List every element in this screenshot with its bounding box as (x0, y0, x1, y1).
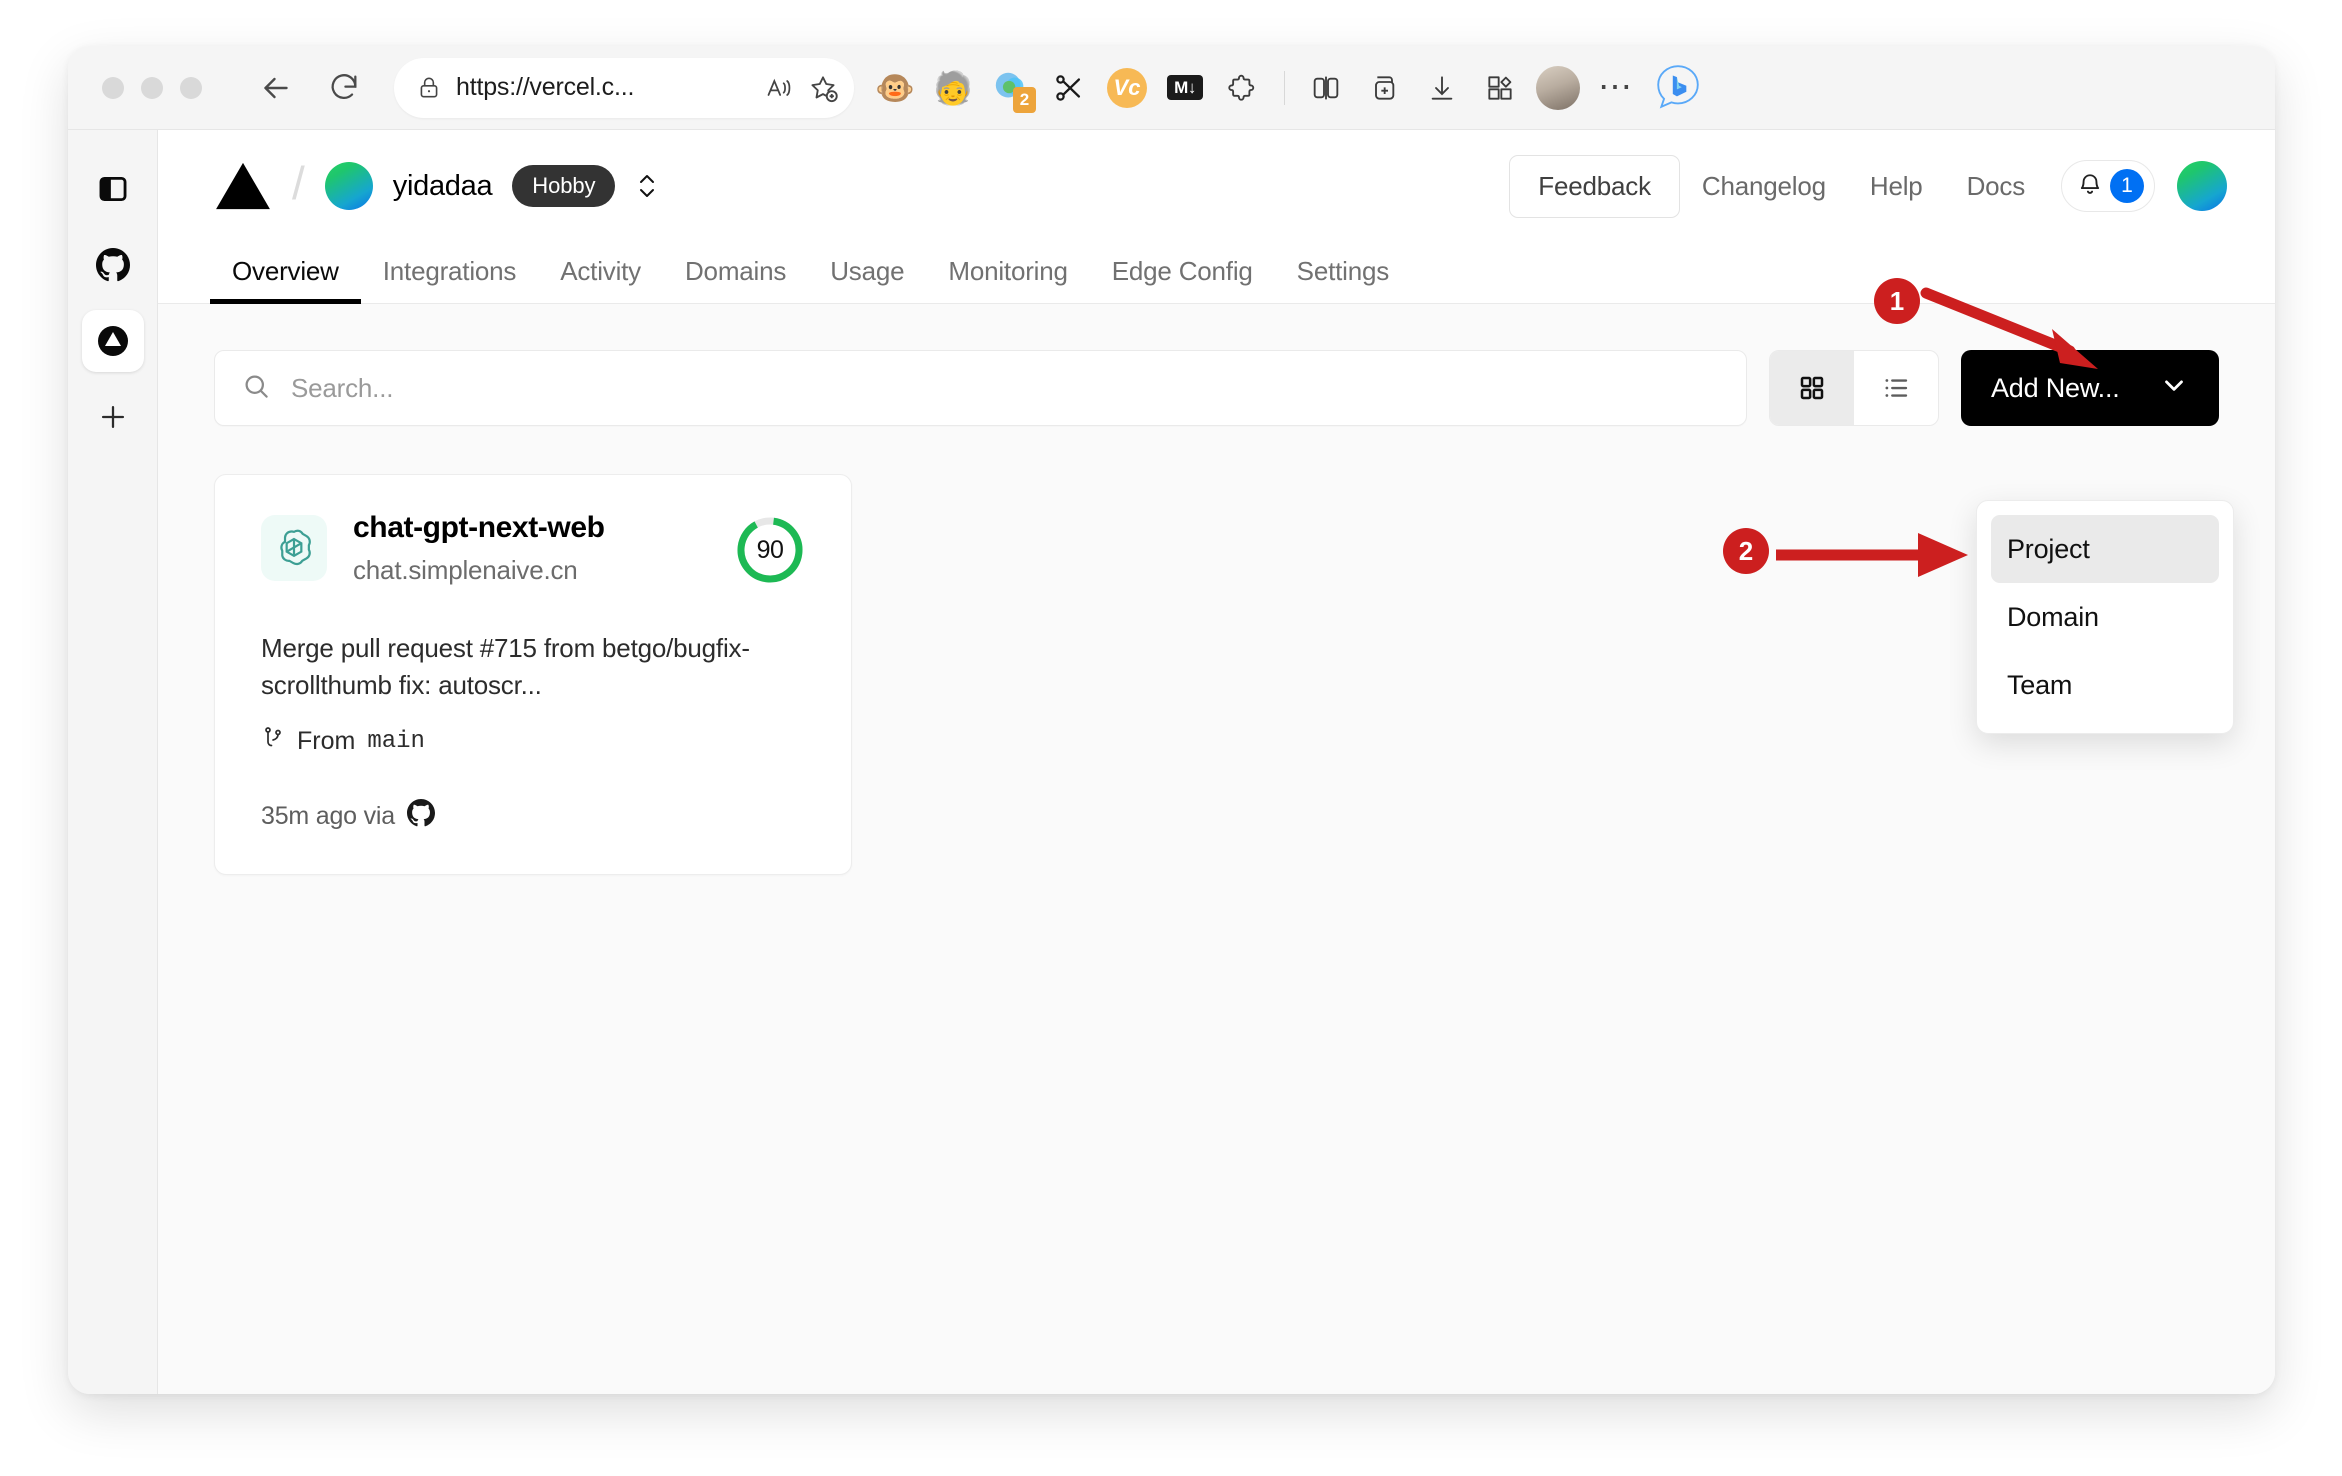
browser-window: https://vercel.c... 🐵 🧓 2 Vc M↓ ⋯ / yida… (68, 46, 2275, 1394)
tab-usage[interactable]: Usage (808, 256, 926, 303)
changelog-link[interactable]: Changelog (1680, 171, 1848, 202)
github-icon (407, 798, 435, 834)
window-controls (102, 76, 202, 99)
extensions-strip: 🐵 🧓 Vc M↓ (866, 59, 1707, 117)
chevron-up-down-icon[interactable] (635, 169, 659, 203)
notification-count: 1 (2110, 169, 2144, 203)
tab-activity[interactable]: Activity (538, 256, 663, 303)
vercel-triangle-logo[interactable] (214, 161, 272, 211)
team-name[interactable]: yidadaa (393, 170, 493, 203)
read-aloud-icon[interactable] (764, 74, 794, 102)
branch-name: main (367, 727, 425, 755)
add-to-collections-icon[interactable] (1355, 59, 1413, 117)
browser-essentials-icon[interactable] (1471, 59, 1529, 117)
add-new-dropdown: Project Domain Team (1976, 500, 2234, 734)
breadcrumb-separator: / (292, 157, 305, 209)
projects-toolbar: Search... Add New... (214, 350, 2219, 426)
scientist-extension-icon[interactable]: 🧓 (924, 59, 982, 117)
tab-monitoring[interactable]: Monitoring (926, 256, 1089, 303)
monkey-extension-icon[interactable]: 🐵 (866, 59, 924, 117)
annotation-badge-2: 2 (1723, 528, 1769, 574)
chevron-down-icon (2159, 370, 2189, 407)
lock-icon (416, 75, 442, 101)
browser-toolbar: https://vercel.c... 🐵 🧓 2 Vc M↓ ⋯ (68, 46, 2275, 130)
dropdown-project-item[interactable]: Project (1991, 515, 2219, 583)
address-bar[interactable]: https://vercel.c... (394, 57, 854, 118)
dropdown-team-item[interactable]: Team (1991, 651, 2219, 719)
navigation-buttons (248, 60, 372, 116)
tab-integrations[interactable]: Integrations (361, 256, 538, 303)
annotation-arrow-1 (1920, 287, 2098, 369)
notifications-button[interactable]: 1 (2061, 160, 2155, 212)
search-placeholder: Search... (291, 372, 394, 403)
sidebar-toggle-icon[interactable] (82, 158, 144, 220)
search-input[interactable]: Search... (214, 350, 1747, 426)
toolbar-divider (1284, 70, 1285, 105)
split-screen-icon[interactable] (1297, 59, 1355, 117)
project-card-header: chat-gpt-next-web chat.simplenaive.cn 90 (261, 511, 805, 586)
project-titles: chat-gpt-next-web chat.simplenaive.cn (353, 511, 735, 586)
profile-avatar[interactable] (1529, 59, 1587, 117)
grid-view-button[interactable] (1770, 351, 1854, 425)
annotation-arrow-2 (1776, 533, 1968, 577)
app-header: / yidadaa Hobby Feedback Changelog Help … (158, 130, 2275, 242)
reload-button[interactable] (316, 60, 372, 116)
maximize-window-button[interactable] (180, 76, 202, 99)
bell-icon (2076, 170, 2104, 203)
project-meta: 35m ago via (261, 798, 805, 834)
header-actions: Feedback Changelog Help Docs 1 (1509, 154, 2227, 218)
puzzle-extensions-icon[interactable] (1214, 59, 1272, 117)
url-text[interactable]: https://vercel.c... (456, 73, 750, 102)
add-icon[interactable] (82, 386, 144, 448)
minimize-window-button[interactable] (141, 76, 163, 99)
deploy-time: 35m ago via (261, 801, 395, 830)
tab-edge-config[interactable]: Edge Config (1090, 256, 1275, 303)
github-icon[interactable] (82, 234, 144, 296)
back-button[interactable] (248, 60, 304, 116)
add-new-label: Add New... (1991, 372, 2120, 403)
view-mode-toggle (1769, 350, 1939, 426)
screenshot-root: https://vercel.c... 🐵 🧓 2 Vc M↓ ⋯ / yida… (0, 0, 2342, 1476)
plan-badge[interactable]: Hobby (512, 165, 616, 207)
downloads-icon[interactable] (1413, 59, 1471, 117)
project-domain[interactable]: chat.simplenaive.cn (353, 555, 735, 586)
project-card[interactable]: chat-gpt-next-web chat.simplenaive.cn 90 (214, 474, 852, 875)
git-branch-icon (261, 724, 285, 759)
docs-link[interactable]: Docs (1945, 171, 2047, 202)
tab-settings[interactable]: Settings (1275, 256, 1411, 303)
team-avatar (324, 162, 373, 210)
settings-more-icon[interactable]: ⋯ (1587, 59, 1645, 117)
commit-message: Merge pull request #715 from betgo/bugfi… (261, 633, 750, 700)
help-link[interactable]: Help (1848, 171, 1945, 202)
openai-icon (261, 515, 327, 581)
lighthouse-score-ring[interactable]: 90 (735, 515, 805, 585)
browser-sidebar-rail (68, 130, 158, 1394)
tab-overview[interactable]: Overview (210, 256, 361, 304)
vc-extension-icon[interactable]: Vc (1098, 59, 1156, 117)
project-name[interactable]: chat-gpt-next-web (353, 511, 735, 545)
annotation-badge-1: 1 (1874, 278, 1920, 324)
scissors-extension-icon[interactable] (1040, 59, 1098, 117)
add-favorite-icon[interactable] (808, 73, 838, 103)
branch-row: From main (261, 724, 805, 759)
vercel-icon[interactable] (81, 310, 144, 372)
feedback-button[interactable]: Feedback (1509, 154, 1680, 218)
main-content: Search... Add New... chat-gpt-next-web c… (158, 304, 2275, 1394)
breadcrumb: / yidadaa Hobby (214, 157, 659, 213)
dropdown-domain-item[interactable]: Domain (1991, 583, 2219, 651)
markdown-extension-icon[interactable]: M↓ (1156, 59, 1214, 117)
close-window-button[interactable] (102, 76, 124, 99)
user-avatar[interactable] (2177, 161, 2227, 211)
circles-extension-icon[interactable] (982, 59, 1040, 117)
search-icon (241, 371, 271, 406)
lighthouse-score-value: 90 (756, 535, 784, 564)
bing-copilot-icon[interactable] (1649, 59, 1707, 117)
tab-domains[interactable]: Domains (663, 256, 808, 303)
branch-prefix: From (297, 726, 356, 755)
